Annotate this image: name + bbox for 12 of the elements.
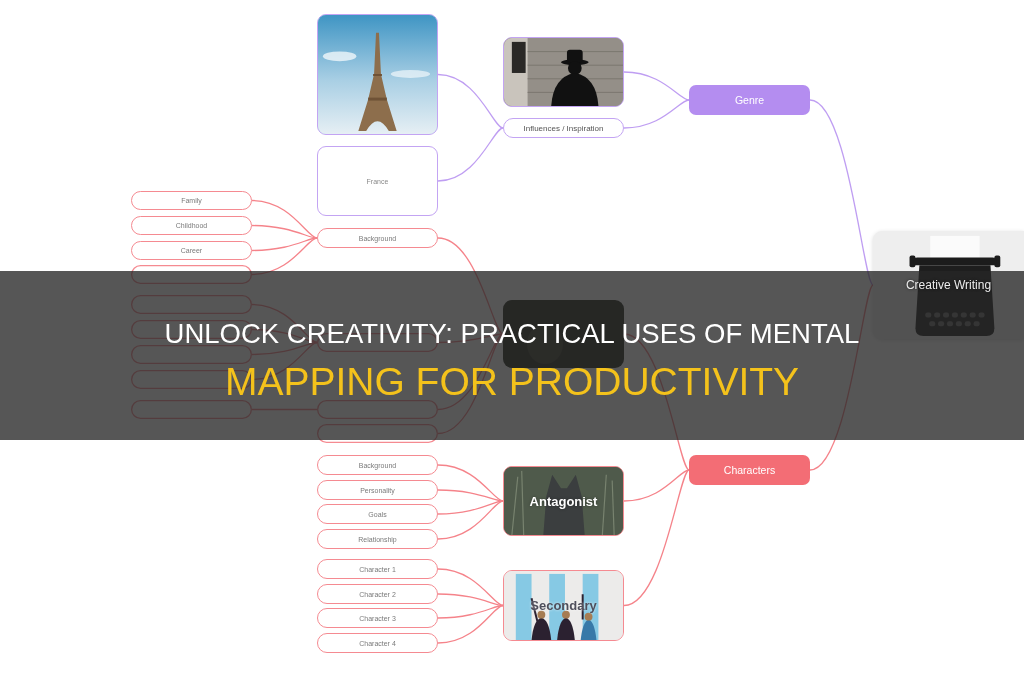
headline-text: UNLOCK CREATIVITY: PRACTICAL USES OF MENTAL: [164, 323, 860, 345]
topic-node: Influences / Inspiration: [503, 118, 624, 138]
topic-node: Genre: [689, 85, 810, 115]
topic-node: Characters: [689, 455, 810, 485]
node-label: Antagonist: [529, 493, 598, 509]
connector-line: [437, 127, 504, 182]
connector-line: [623, 71, 690, 101]
connector-line: [437, 73, 504, 129]
headline-text: MAPPING FOR PRODUCTIVITY: [224, 367, 800, 397]
node-label: Creative Writing: [905, 278, 992, 292]
connector-line: [623, 99, 690, 129]
node-label: Secondary: [530, 598, 597, 613]
